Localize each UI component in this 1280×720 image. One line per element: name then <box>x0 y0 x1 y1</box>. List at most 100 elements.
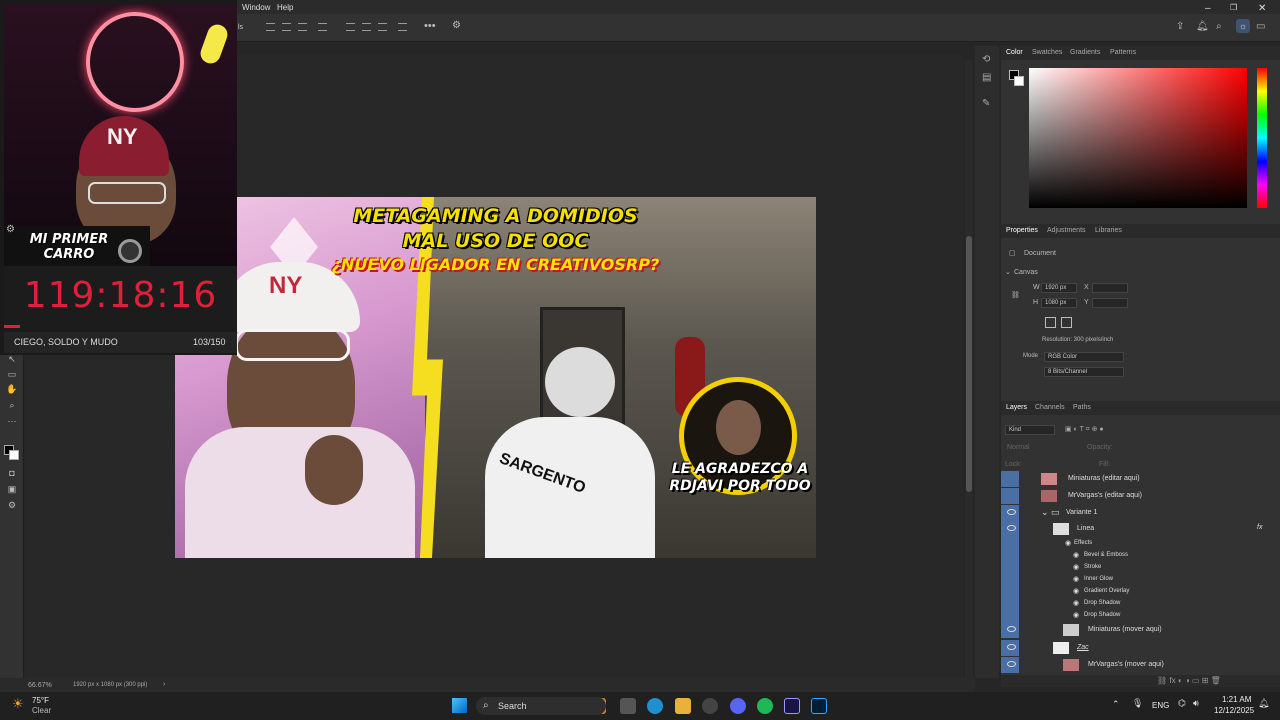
tab-paths[interactable]: Paths <box>1073 404 1091 411</box>
notification-icon[interactable]: 🔔︎ <box>1258 698 1269 709</box>
layer-kind-filter[interactable]: Kind <box>1005 425 1055 435</box>
volume-icon[interactable]: 🔊︎ <box>1193 698 1199 709</box>
eye-icon[interactable] <box>1007 626 1016 632</box>
comments-icon[interactable]: ▤ <box>982 72 991 83</box>
background-color-swatch[interactable] <box>9 450 19 460</box>
fx-icon[interactable]: fx <box>1257 524 1262 531</box>
canvas-thumbnail[interactable]: NY SARGENTO METAGAMING A DOMIDIOS MAL US… <box>175 197 816 558</box>
layer-row[interactable]: MrVargas's (mover aqui) <box>1001 657 1280 673</box>
bell-icon[interactable]: 🔔︎ <box>1196 21 1209 32</box>
hue-slider[interactable] <box>1257 68 1267 208</box>
bit-depth-select[interactable]: 8 Bits/Channel <box>1044 367 1124 377</box>
windows-start-icon[interactable] <box>452 698 467 713</box>
close-icon[interactable]: ✕ <box>1258 3 1266 14</box>
layer-visibility-cell[interactable] <box>1001 505 1019 521</box>
weather-temp[interactable]: 75°F <box>32 696 49 705</box>
spotify-icon[interactable] <box>757 698 773 714</box>
align-top-icon[interactable] <box>346 23 355 31</box>
tab-gradients[interactable]: Gradients <box>1070 49 1100 56</box>
more-tools-icon[interactable]: ⋯ <box>6 416 18 426</box>
more-options-icon[interactable]: ••• <box>424 20 436 32</box>
panel-background-swatch[interactable] <box>1014 76 1024 86</box>
tab-adjustments[interactable]: Adjustments <box>1047 227 1086 234</box>
menu-help[interactable]: Help <box>277 3 293 12</box>
effect-eye-icon[interactable]: ◉ <box>1073 551 1079 559</box>
tab-libraries[interactable]: Libraries <box>1095 227 1122 234</box>
share-icon[interactable]: ⇪ <box>1176 21 1184 32</box>
layer-actions-icons[interactable]: ⛓ fx ◐ ◑ ▭ ⊞ 🗑︎ <box>1157 676 1221 685</box>
layer-row[interactable]: Miniaturas (editar aqui) <box>1001 471 1280 487</box>
weather-icon[interactable]: ☀ <box>12 696 24 712</box>
language-indicator[interactable]: ENG <box>1152 701 1169 710</box>
eye-icon[interactable] <box>1007 644 1016 650</box>
align-right-icon[interactable] <box>298 23 307 31</box>
layer-row[interactable]: MrVargas's (editar aqui) <box>1001 488 1280 504</box>
layer-visibility-cell[interactable] <box>1001 521 1019 537</box>
tab-color[interactable]: Color <box>1006 49 1023 56</box>
distribute-vertical-icon[interactable] <box>398 23 407 31</box>
microphone-icon[interactable]: 🎙︎ <box>1132 698 1143 709</box>
discord-icon[interactable] <box>730 698 746 714</box>
layer-row[interactable]: ⌄ ▭ Variante 1 <box>1001 505 1280 521</box>
folder-chevron-icon[interactable]: ⌄ <box>1041 507 1049 518</box>
clock-date[interactable]: 12/12/2025 <box>1214 706 1254 715</box>
canvas-chevron-icon[interactable]: ⌄ <box>1005 268 1011 276</box>
zoom-level[interactable]: 66.67% <box>28 682 52 689</box>
effect-eye-icon[interactable]: ◉ <box>1073 599 1079 607</box>
layer-row[interactable]: Miniaturas (mover aqui) <box>1001 622 1280 638</box>
align-center-icon[interactable] <box>282 23 291 31</box>
align-middle-icon[interactable] <box>362 23 371 31</box>
discover-icon[interactable]: ☼ <box>1236 19 1250 33</box>
eye-icon[interactable] <box>1007 525 1016 531</box>
taskbar-search[interactable]: ⌕ Search <box>476 697 606 715</box>
obs-icon[interactable] <box>702 698 718 714</box>
layer-visibility-cell[interactable] <box>1001 488 1019 504</box>
hand-tool-icon[interactable]: ✋ <box>6 384 18 394</box>
x-field[interactable] <box>1092 283 1128 293</box>
weather-desc[interactable]: Clear <box>32 706 51 715</box>
effect-eye-icon[interactable]: ◉ <box>1073 575 1079 583</box>
effects-eye-icon[interactable]: ◉ <box>1065 539 1071 547</box>
align-bottom-icon[interactable] <box>378 23 387 31</box>
task-view-icon[interactable] <box>620 698 636 714</box>
link-icon[interactable]: ⛓ <box>1011 291 1020 299</box>
layer-visibility-cell[interactable] <box>1001 471 1019 487</box>
quick-mask-icon[interactable]: ◘ <box>6 468 18 478</box>
layer-visibility-cell[interactable] <box>1001 622 1019 638</box>
move-tool-icon[interactable]: ↖ <box>6 354 18 364</box>
tab-properties[interactable]: Properties <box>1006 227 1038 234</box>
tab-layers[interactable]: Layers <box>1006 404 1027 411</box>
eye-icon[interactable] <box>1007 661 1016 667</box>
menu-window[interactable]: Window <box>242 3 270 12</box>
effect-eye-icon[interactable]: ◉ <box>1073 563 1079 571</box>
status-chevron-icon[interactable]: › <box>163 681 165 688</box>
history-icon[interactable]: ⟲ <box>982 54 990 65</box>
search-icon[interactable]: ⌕ <box>1216 21 1222 32</box>
tab-channels[interactable]: Channels <box>1035 404 1065 411</box>
mode-select[interactable]: RGB Color <box>1044 352 1124 362</box>
height-field[interactable]: 1080 px <box>1041 298 1077 308</box>
effect-eye-icon[interactable]: ◉ <box>1073 587 1079 595</box>
color-picker-field[interactable] <box>1029 68 1247 208</box>
restore-icon[interactable]: ❐ <box>1230 3 1237 12</box>
tab-swatches[interactable]: Swatches <box>1032 49 1062 56</box>
canvas-orient-portrait-icon[interactable] <box>1045 317 1056 328</box>
edge-icon[interactable] <box>647 698 663 714</box>
y-field[interactable] <box>1092 298 1128 308</box>
media-encoder-icon[interactable] <box>784 698 800 714</box>
marquee-tool-icon[interactable]: ▭ <box>6 369 18 379</box>
brush-settings-icon[interactable]: ✎ <box>982 98 990 109</box>
layer-filter-icons[interactable]: ▣ ◐ T ⌗ ⊕ ● <box>1065 425 1104 434</box>
photoshop-icon[interactable] <box>811 698 827 714</box>
screen-mode-icon[interactable]: ▣ <box>6 484 18 494</box>
minimize-icon[interactable]: – <box>1205 3 1211 14</box>
layer-visibility-cell[interactable] <box>1001 640 1019 656</box>
file-explorer-icon[interactable] <box>675 698 691 714</box>
distribute-icon[interactable] <box>318 23 327 31</box>
edit-toolbar-icon[interactable]: ⚙ <box>6 500 18 510</box>
settings-gear-icon[interactable]: ⚙ <box>452 20 461 31</box>
effect-eye-icon[interactable]: ◉ <box>1073 611 1079 619</box>
network-icon[interactable]: ⌬ <box>1178 698 1186 709</box>
layer-row[interactable]: Linea fx <box>1001 521 1280 537</box>
tray-overflow-icon[interactable]: ⌃ <box>1112 699 1120 710</box>
